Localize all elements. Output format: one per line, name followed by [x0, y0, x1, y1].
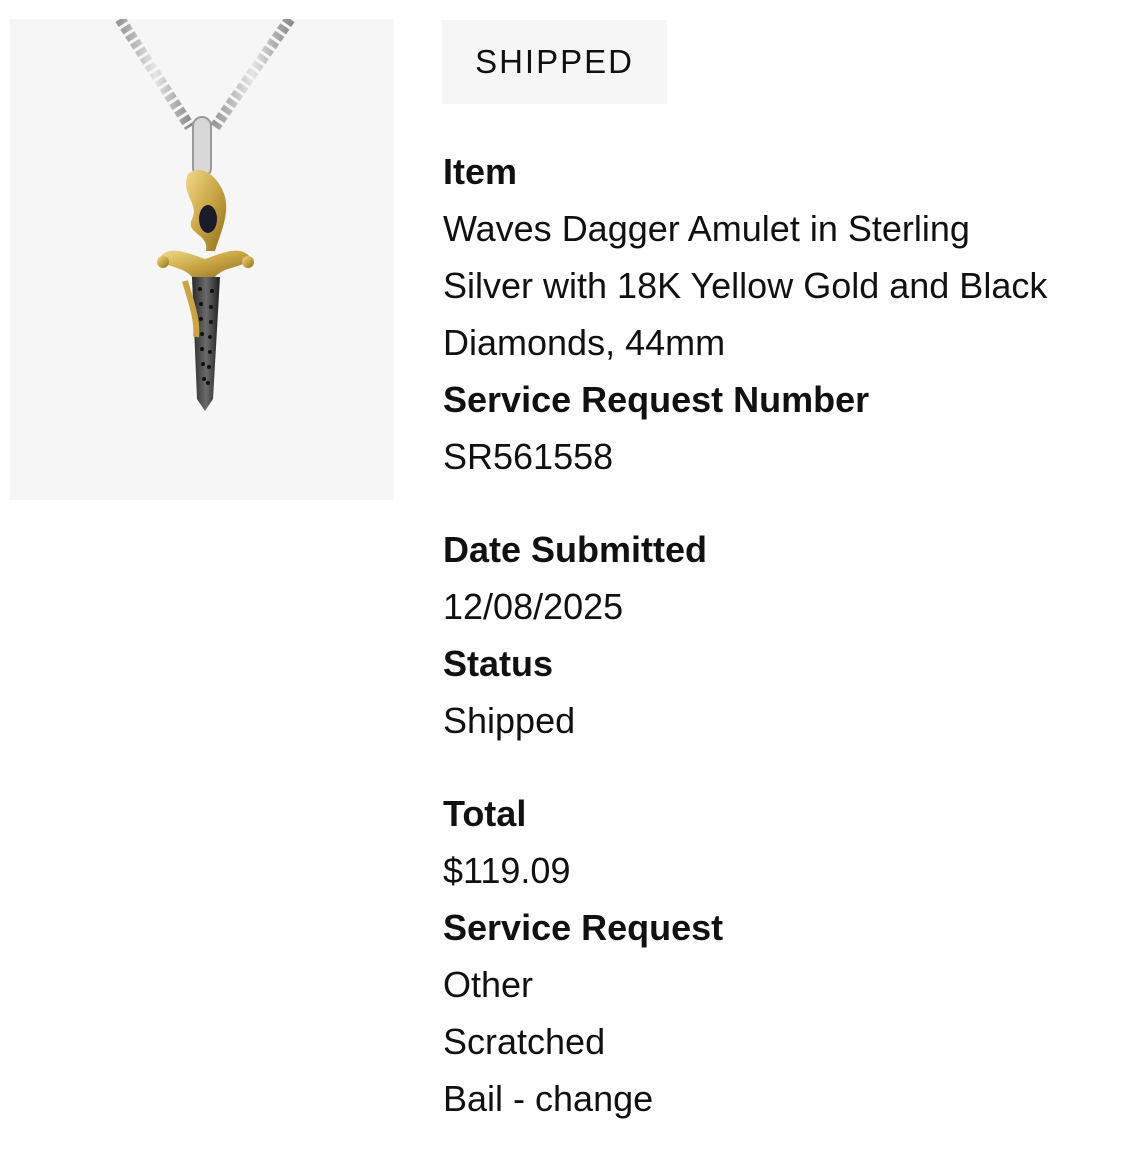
date-submitted-label: Date Submitted — [443, 529, 708, 570]
item-name-line: Diamonds, 44mm — [443, 322, 726, 363]
service-request-details: Item Waves Dagger Amulet in Sterling Sil… — [443, 143, 1143, 1127]
guard-end-left — [157, 256, 169, 268]
service-request-item: Scratched — [443, 1021, 606, 1062]
item-name-line: Waves Dagger Amulet in Sterling — [443, 208, 970, 249]
service-request-label: Service Request — [443, 907, 724, 948]
date-submitted-value: 12/08/2025 — [443, 586, 624, 627]
status-value: Shipped — [443, 700, 576, 741]
status-badge-text: SHIPPED — [475, 43, 634, 80]
blade — [192, 277, 220, 411]
status-label: Status — [443, 643, 554, 684]
gold-crossguard — [160, 250, 250, 277]
total-value: $119.09 — [443, 850, 571, 891]
service-request-item: Other — [443, 964, 534, 1005]
chain-right — [210, 19, 295, 131]
service-request-item: Bail - change — [443, 1078, 654, 1119]
dagger-amulet-picture — [115, 19, 295, 411]
service-request-list: Other Scratched Bail - change — [443, 956, 1143, 1127]
status-badge: SHIPPED — [442, 20, 667, 104]
item-name: Waves Dagger Amulet in Sterling Silver w… — [443, 200, 1133, 371]
service-request-number-value: SR561558 — [443, 436, 614, 477]
chain-left — [115, 19, 195, 130]
total-label: Total — [443, 793, 527, 834]
bail — [192, 116, 212, 178]
item-label: Item — [443, 151, 518, 192]
guard-end-right — [242, 256, 254, 268]
product-image — [10, 19, 394, 500]
item-name-line: Silver with 18K Yellow Gold and Black — [443, 265, 1048, 306]
service-request-number-label: Service Request Number — [443, 379, 870, 420]
black-stone — [199, 205, 217, 233]
